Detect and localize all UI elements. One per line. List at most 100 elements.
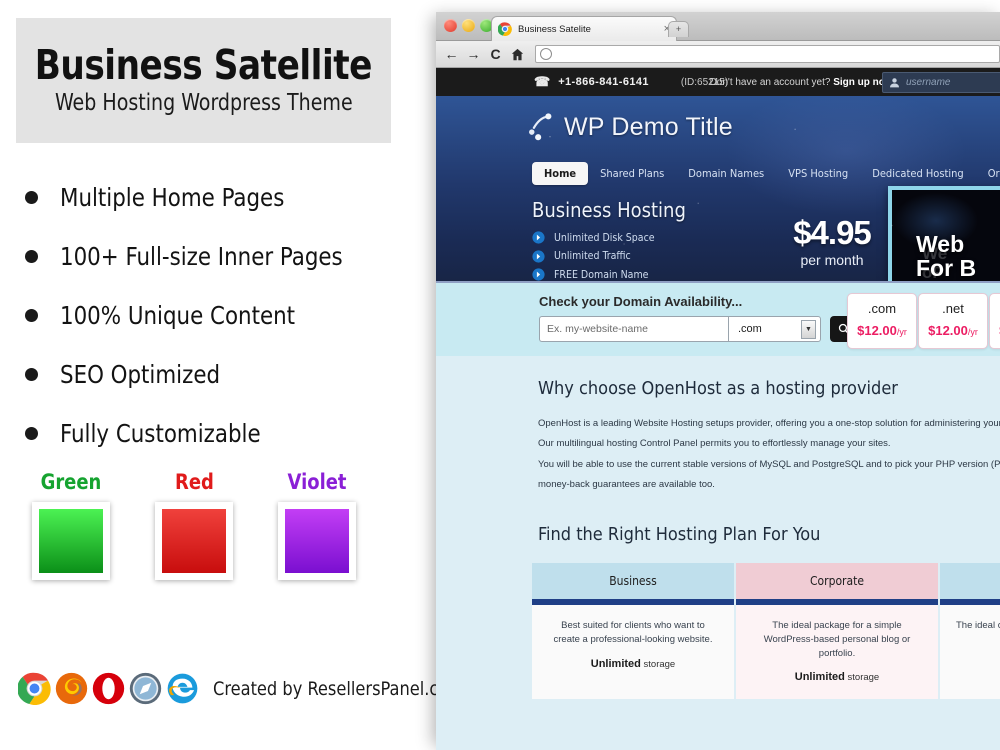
nav-item-order[interactable]: Order	[976, 162, 1000, 185]
why-paragraphs: OpenHost is a leading Website Hosting se…	[436, 417, 1000, 492]
tld-name: .org	[990, 301, 1000, 316]
tld-price-value: $12.00	[928, 323, 968, 338]
color-label: Red	[174, 470, 214, 494]
slider-line1: Web	[916, 231, 965, 257]
firefox-icon	[55, 672, 88, 705]
color-label: Green	[40, 470, 102, 494]
why-line: OpenHost is a leading Website Hosting se…	[538, 418, 1000, 429]
nav-item-domain-names[interactable]: Domain Names	[676, 162, 776, 185]
bullet-dot-icon	[25, 368, 38, 381]
opera-icon	[92, 672, 125, 705]
phone-number: +1-866-841-6141	[558, 76, 649, 88]
tld-name: .net	[942, 301, 964, 316]
nav-item-shared-plans[interactable]: Shared Plans	[588, 162, 676, 185]
hero-section: WP Demo Title Home Shared Plans Domain N…	[436, 96, 1000, 281]
nav-item-home[interactable]: Home	[532, 162, 589, 185]
credit-text: Created by ResellersPanel.com	[213, 677, 465, 700]
plan-card-corporate[interactable]: Corporate The ideal package for a simple…	[736, 563, 938, 699]
why-line: You will be able to use the current stab…	[538, 458, 1000, 470]
tld-price: $12.00/yr	[848, 323, 916, 338]
slider-line2: For B	[916, 255, 977, 281]
list-item: Unlimited Traffic	[532, 249, 696, 263]
nav-item-dedicated-hosting[interactable]: Dedicated Hosting	[860, 162, 976, 185]
slider-ghost-line2: oP	[922, 262, 944, 281]
forward-icon[interactable]: →	[464, 45, 483, 64]
tld-name: .com	[867, 301, 897, 316]
feature-label: SEO Optimized	[60, 360, 221, 389]
color-chip	[278, 502, 356, 580]
plan-description: The ideal package for a simple WordPress…	[763, 620, 911, 659]
plan-feature: Unlimited storage	[548, 658, 718, 670]
home-icon[interactable]	[508, 45, 527, 64]
window-controls[interactable]	[444, 19, 493, 32]
hero-content: Business Hosting Unlimited Disk Space Un…	[532, 198, 696, 281]
bullet-dot-icon	[25, 427, 38, 440]
hero-slider[interactable]: We oP Web For B	[888, 186, 1000, 281]
site-title: WP Demo Title	[564, 112, 733, 141]
hero-feature: Unlimited Disk Space	[554, 231, 655, 244]
slider-headline: Web For B	[916, 232, 976, 280]
username-placeholder: username	[906, 77, 951, 88]
nav-item-vps-hosting[interactable]: VPS Hosting	[776, 162, 860, 185]
feature-label: Fully Customizable	[60, 419, 261, 448]
new-tab-button[interactable]: +	[668, 21, 689, 37]
plan-feature-value: Unlimited	[590, 657, 641, 670]
tld-price: $12.00/yr	[919, 323, 987, 338]
plan-body: The ideal cho	[940, 605, 1000, 699]
back-icon[interactable]: ←	[442, 45, 461, 64]
chevron-down-icon[interactable]: ▼	[801, 319, 816, 339]
list-item: SEO Optimized	[16, 345, 416, 404]
plan-card-business[interactable]: Business Best suited for clients who wan…	[532, 563, 734, 699]
domain-search-label: Check your Domain Availability...	[539, 294, 743, 309]
slider-ghost-text: We oP	[922, 244, 947, 281]
domain-search-form: Ex. my-website-name .com ▼ FIND	[539, 316, 890, 342]
color-swatch-green[interactable]: Green	[16, 470, 126, 580]
site-logo[interactable]: WP Demo Title	[522, 110, 733, 144]
username-field[interactable]: username	[882, 72, 1000, 93]
domain-name-input[interactable]: Ex. my-website-name	[539, 316, 728, 342]
domain-input-placeholder: Ex. my-website-name	[547, 323, 648, 335]
plans-table: Business Best suited for clients who wan…	[436, 563, 1000, 699]
hero-feature: Unlimited Traffic	[554, 250, 631, 262]
list-item: Fully Customizable	[16, 404, 416, 463]
address-bar[interactable]	[535, 45, 1000, 63]
satellite-logo-icon	[529, 113, 552, 141]
plan-description: Best suited for clients who want to crea…	[553, 620, 713, 645]
why-line: Our multilingual hosting Control Panel p…	[538, 438, 891, 450]
price-amount: $4.95	[793, 214, 872, 251]
tld-price-card[interactable]: .net $12.00/yr	[918, 293, 988, 349]
signup-prompt: Don't have an account yet? Sign up now!	[710, 77, 896, 88]
close-window-button[interactable]	[444, 19, 457, 32]
price-period: per month	[800, 252, 864, 268]
color-label: Violet	[287, 470, 347, 494]
bullet-dot-icon	[25, 309, 38, 322]
tld-price-value: $12.00	[857, 323, 897, 338]
bullet-dot-icon	[25, 250, 38, 263]
feature-label: 100% Unique Content	[60, 301, 296, 330]
arrow-circle-icon	[532, 268, 545, 281]
reload-icon[interactable]: C	[486, 45, 505, 64]
list-item: 100+ Full-size Inner Pages	[16, 227, 416, 286]
tld-price-card[interactable]: .org $12.00/yr	[989, 293, 1000, 349]
plan-feature: Unlimited storage	[752, 671, 922, 683]
minimize-window-button[interactable]	[462, 19, 475, 32]
promo-panel: Business Satellite Web Hosting Wordpress…	[0, 0, 464, 750]
signup-prefix: Don't have an account yet?	[709, 76, 834, 88]
user-icon	[890, 78, 899, 88]
plan-body: The ideal package for a simple WordPress…	[736, 605, 938, 699]
page-info-icon	[540, 48, 552, 60]
color-swatch-red[interactable]: Red	[139, 470, 249, 580]
promo-feature-list: Multiple Home Pages 100+ Full-size Inner…	[16, 168, 416, 463]
browser-support-list: Created by ResellersPanel.com	[18, 672, 477, 705]
list-item: Multiple Home Pages	[16, 168, 416, 227]
feature-label: Multiple Home Pages	[60, 183, 285, 212]
plan-card-third[interactable]: The ideal cho	[940, 563, 1000, 699]
color-swatch-violet[interactable]: Violet	[262, 470, 372, 580]
chrome-icon	[18, 672, 51, 705]
tld-select[interactable]: .com ▼	[728, 316, 821, 342]
tld-price-card[interactable]: .com $12.00/yr	[847, 293, 917, 349]
why-heading: Why choose OpenHost as a hosting provide…	[538, 378, 898, 399]
browser-tab[interactable]: Business Satelite ×	[491, 16, 677, 41]
arrow-circle-icon	[532, 231, 545, 244]
screenshot-root: Business Satellite Web Hosting Wordpress…	[0, 0, 1000, 750]
